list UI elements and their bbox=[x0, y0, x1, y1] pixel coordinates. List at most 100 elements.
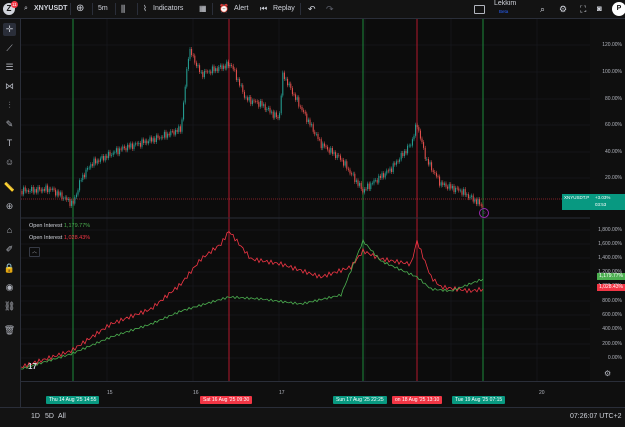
time-badge-5: Tue 19 Aug '25 07:15 bbox=[452, 396, 506, 404]
chart-pane[interactable]: Open Interest 1,179.77% Open Interest 1,… bbox=[21, 19, 590, 381]
candle-body bbox=[115, 148, 117, 153]
layout-rectangle-icon[interactable] bbox=[474, 5, 485, 14]
candle-body bbox=[264, 104, 266, 111]
axis-settings-icon[interactable]: ⚙ bbox=[604, 369, 611, 378]
candle-body bbox=[250, 96, 252, 105]
chart-canvas[interactable] bbox=[21, 19, 590, 381]
candle-body bbox=[197, 65, 199, 67]
candle-body bbox=[35, 189, 37, 193]
user-plan: Beta bbox=[499, 9, 509, 14]
range-all-button[interactable]: All bbox=[58, 413, 66, 420]
candle-body bbox=[61, 192, 63, 199]
candle-body bbox=[85, 169, 87, 178]
layouts-icon[interactable]: ▦ bbox=[199, 0, 207, 18]
price-tick: 40.00% bbox=[605, 149, 622, 155]
magnet-icon[interactable]: ⌂ bbox=[3, 224, 16, 237]
settings-icon[interactable]: ⚙ bbox=[559, 0, 567, 18]
candle-body bbox=[323, 143, 325, 147]
candle-body bbox=[215, 68, 217, 72]
brush-icon[interactable]: ✎ bbox=[3, 118, 16, 131]
trash-icon[interactable]: 🗑 bbox=[3, 324, 16, 337]
candle-body bbox=[274, 112, 276, 118]
link-icon[interactable]: ⛓ bbox=[3, 300, 16, 313]
trend-line-icon[interactable]: ⟋ bbox=[3, 42, 16, 55]
candle-body bbox=[475, 199, 477, 205]
clock[interactable]: 07:26:07 UTC+2 bbox=[570, 413, 622, 420]
candle-body bbox=[255, 101, 257, 102]
candle-body bbox=[330, 148, 332, 153]
drawing-mode-icon[interactable]: ✐ bbox=[3, 243, 16, 256]
candle-body bbox=[259, 100, 261, 107]
oi-tick: 1,600.00% bbox=[598, 241, 622, 247]
redo-icon[interactable]: ↷ bbox=[326, 0, 334, 18]
oi-legend-1: Open Interest 1,179.77% bbox=[29, 223, 90, 229]
compare-add-icon[interactable]: ⊕ bbox=[76, 0, 84, 18]
collapse-legend-icon[interactable]: ︿ bbox=[29, 247, 40, 257]
price-tick: 120.00% bbox=[602, 42, 622, 48]
avatar[interactable]: P bbox=[612, 2, 625, 16]
symbol-search-icon[interactable]: ⌕ bbox=[24, 0, 28, 18]
candle-body bbox=[79, 180, 81, 191]
candle-body bbox=[117, 148, 119, 155]
text-icon[interactable]: T bbox=[3, 137, 16, 150]
quick-search-icon[interactable]: ⌕ bbox=[540, 0, 545, 18]
candle-body bbox=[426, 158, 428, 160]
candle-body bbox=[431, 162, 433, 171]
time-badge-3: Sun 17 Aug '25 22:25 bbox=[333, 396, 387, 404]
fullscreen-icon[interactable]: ⛶ bbox=[580, 0, 586, 18]
ruler-icon[interactable]: 📏 bbox=[3, 181, 16, 194]
candle-body bbox=[355, 180, 357, 182]
drawing-toolbar: ✛ ⟋ ☰ ⋈ ⫶ ✎ T ☺ 📏 ⊕ ⌂ ✐ 🔒 ◉ ⛓ 🗑 bbox=[0, 19, 21, 407]
candle-body bbox=[325, 146, 327, 148]
time-axis[interactable]: 15 16 17 20 Thu 14 Aug '25 14:55 Sat 16 … bbox=[21, 381, 625, 408]
candles-icon[interactable]: ⫼ bbox=[121, 0, 125, 18]
lock-icon[interactable]: 🔒 bbox=[3, 262, 16, 275]
candle-body bbox=[272, 111, 274, 118]
indicators-icon[interactable]: ⌇ bbox=[143, 0, 147, 18]
range-5d-button[interactable]: 5D bbox=[45, 413, 54, 420]
replay-button[interactable]: Replay bbox=[273, 0, 295, 18]
candle-body bbox=[434, 172, 436, 173]
candle-body bbox=[415, 124, 417, 136]
pattern-icon[interactable]: ⋈ bbox=[3, 80, 16, 93]
undo-icon[interactable]: ↶ bbox=[308, 0, 316, 18]
crosshair-icon[interactable]: ✛ bbox=[3, 23, 16, 36]
candle-body bbox=[218, 67, 220, 72]
candle-body bbox=[477, 199, 479, 205]
candle-body bbox=[416, 124, 418, 128]
interval-button[interactable]: 5m bbox=[98, 0, 108, 18]
candle-body bbox=[205, 70, 207, 72]
candle-body bbox=[223, 65, 225, 70]
candle-body bbox=[423, 142, 425, 148]
eye-icon[interactable]: ◉ bbox=[3, 281, 16, 294]
candle-body bbox=[458, 188, 460, 191]
candle-body bbox=[130, 143, 132, 148]
candle-body bbox=[440, 182, 442, 186]
candle-body bbox=[335, 152, 337, 159]
emoji-icon[interactable]: ☺ bbox=[3, 156, 16, 169]
alert-icon[interactable]: ⏰ bbox=[219, 0, 229, 18]
candle-body bbox=[120, 148, 122, 150]
candle-body bbox=[112, 152, 114, 155]
time-label-16: 16 bbox=[193, 390, 199, 396]
alert-button[interactable]: Alert bbox=[234, 0, 248, 18]
replay-icon[interactable]: ⏮ bbox=[260, 0, 267, 18]
price-axis[interactable]: 120.00% 100.00% 80.00% 60.00% 40.00% 20.00% 1… bbox=[562, 19, 625, 381]
candle-body bbox=[442, 182, 444, 186]
price-marker-icon[interactable]: ⊙ bbox=[479, 208, 489, 218]
candle-body bbox=[144, 140, 146, 144]
candle-body bbox=[58, 191, 60, 196]
candle-body bbox=[247, 97, 249, 101]
candle-body bbox=[101, 156, 103, 159]
projection-icon[interactable]: ⫶ bbox=[3, 99, 16, 112]
symbol-name[interactable]: XNYUSDT bbox=[34, 0, 67, 18]
range-1d-button[interactable]: 1D bbox=[31, 413, 40, 420]
indicators-button[interactable]: Indicators bbox=[153, 0, 183, 18]
candle-body bbox=[194, 55, 196, 63]
fib-icon[interactable]: ☰ bbox=[3, 61, 16, 74]
candle-body bbox=[31, 186, 33, 192]
oi-tick: 400.00% bbox=[602, 326, 622, 332]
top-toolbar: Z 11 ⌕ XNYUSDT ⊕ 5m ⫼ ⌇ Indicators ▦ ⏰ A… bbox=[0, 0, 625, 19]
camera-icon[interactable]: ◙ bbox=[597, 0, 602, 18]
zoom-in-icon[interactable]: ⊕ bbox=[3, 200, 16, 213]
